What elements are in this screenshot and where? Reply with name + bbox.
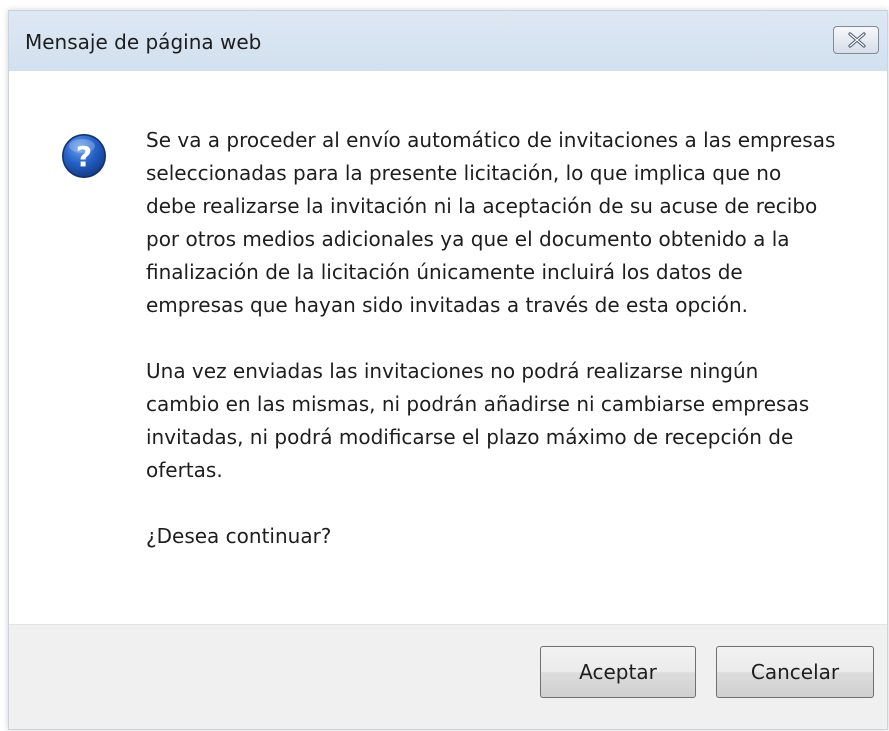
dialog-title: Mensaje de página web	[25, 30, 262, 54]
dialog-message: Se va a proceder al envío automático de …	[146, 124, 836, 553]
dialog-content: ? Se va a proceder al envío automático d…	[9, 71, 887, 624]
message-paragraph: Una vez enviadas las invitaciones no pod…	[146, 359, 810, 482]
close-button[interactable]	[833, 26, 879, 54]
message-paragraph: Se va a proceder al envío automático de …	[146, 128, 836, 317]
dialog-titlebar[interactable]: Mensaje de página web	[9, 11, 887, 71]
cancel-button[interactable]: Cancelar	[716, 646, 874, 698]
svg-text:?: ?	[76, 140, 92, 173]
message-dialog: Mensaje de página web ? Se va a proceder…	[8, 10, 888, 730]
dialog-button-bar: Aceptar Cancelar	[9, 624, 887, 729]
close-icon	[848, 32, 866, 48]
question-icon: ?	[62, 134, 106, 178]
confirm-question: ¿Desea continuar?	[146, 524, 332, 548]
accept-button[interactable]: Aceptar	[540, 646, 696, 698]
